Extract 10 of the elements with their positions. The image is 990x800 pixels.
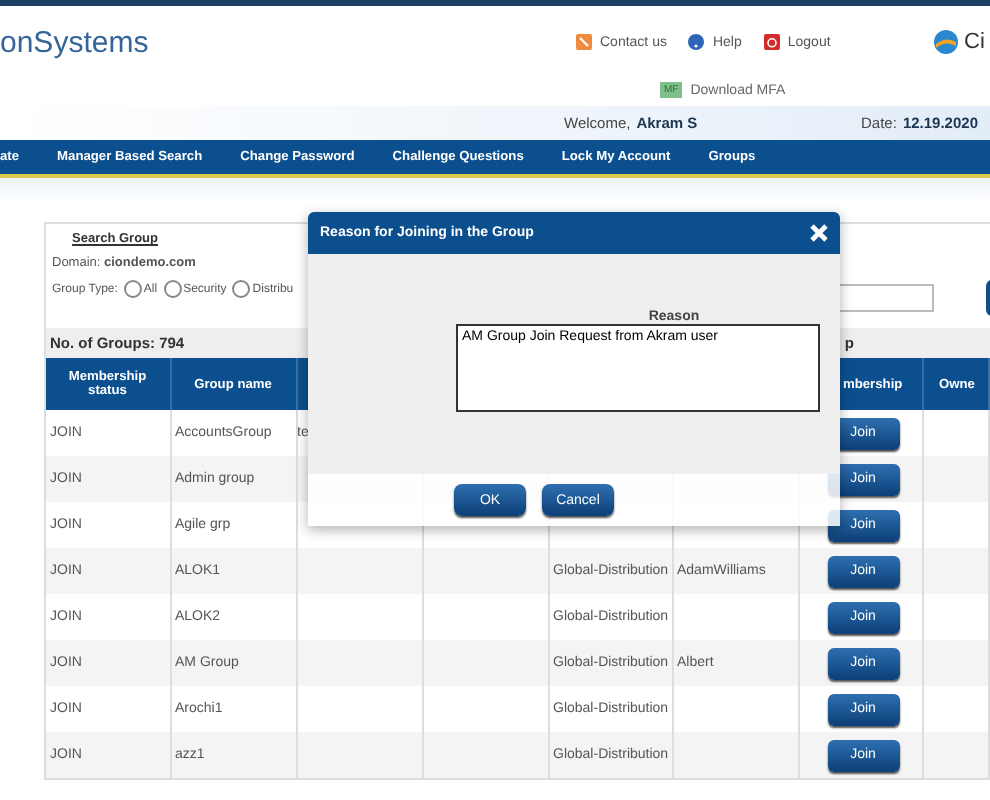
brand-text: Ci xyxy=(964,30,985,54)
radio-button[interactable] xyxy=(232,280,251,298)
power-icon xyxy=(763,34,780,50)
logo-icon xyxy=(934,30,958,54)
close-icon[interactable] xyxy=(810,224,828,242)
help-icon xyxy=(688,34,705,50)
radio-button[interactable] xyxy=(123,280,142,298)
phone-icon xyxy=(576,34,592,50)
radio-button[interactable] xyxy=(163,280,182,298)
logo-text: onSystems xyxy=(0,26,149,60)
